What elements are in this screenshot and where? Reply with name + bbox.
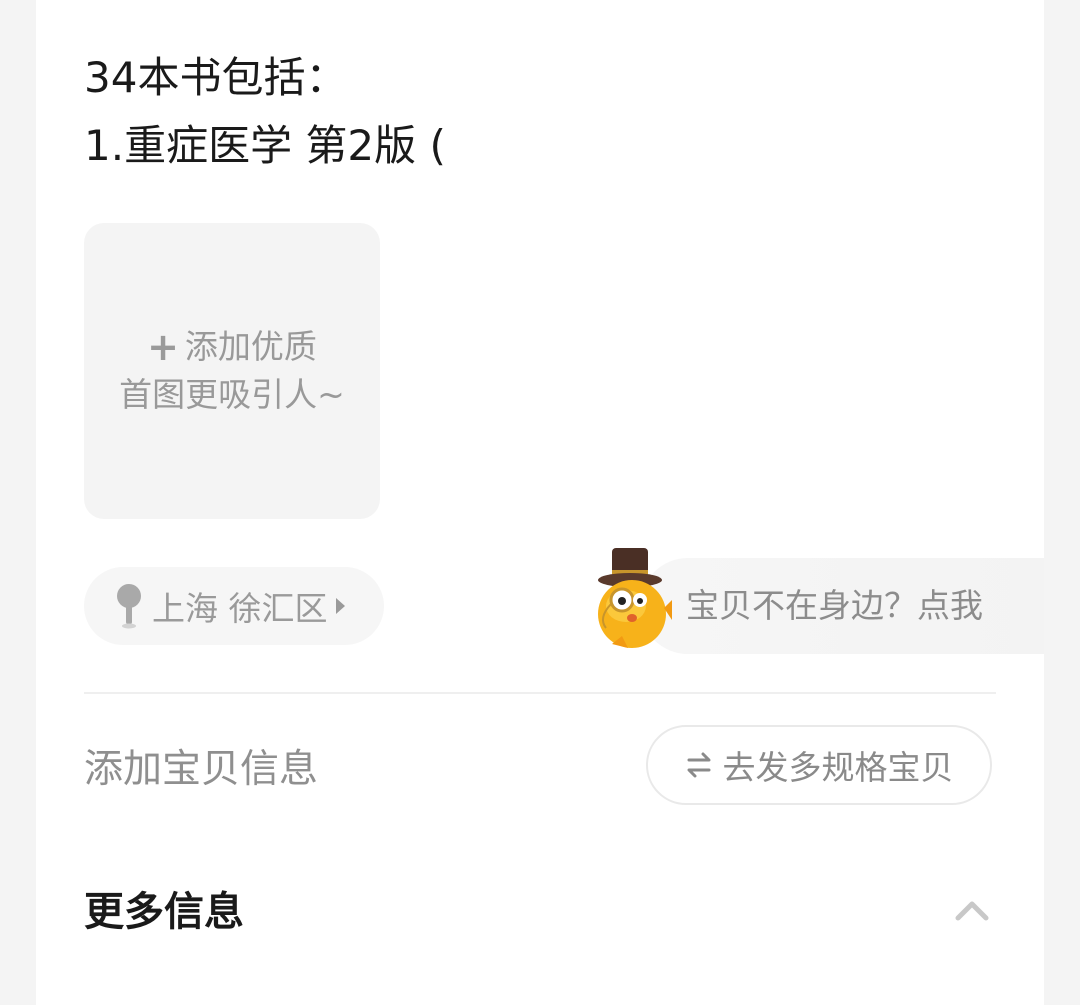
location-pin-icon: [117, 584, 141, 629]
caret-right-icon: [335, 598, 345, 614]
more-info-title: 更多信息: [84, 889, 244, 935]
section-divider: [84, 692, 996, 694]
multi-spec-button[interactable]: 去发多规格宝贝: [646, 725, 992, 805]
location-label: 上海 徐汇区: [152, 589, 328, 628]
chevron-up-icon[interactable]: [954, 894, 990, 924]
helper-text: 宝贝不在身边？点我: [686, 586, 983, 625]
description-line-1: 34本书包括：: [84, 53, 348, 102]
swap-icon: [687, 752, 710, 778]
add-image-label-1: 添加优质: [184, 327, 317, 366]
description-line-2: 1.重症医学 第2版 (: [84, 121, 446, 170]
add-item-info-label[interactable]: 添加宝贝信息: [84, 742, 318, 798]
multi-spec-label: 去发多规格宝贝: [722, 748, 954, 787]
item-not-nearby-helper[interactable]: 宝贝不在身边？点我: [598, 548, 1044, 654]
mascot-icon: [598, 548, 672, 648]
item-description[interactable]: 34本书包括： 1.重症医学 第2版 (: [84, 44, 984, 180]
add-image-row: + 添加优质: [147, 323, 317, 371]
plus-icon: +: [147, 325, 179, 369]
location-selector[interactable]: 上海 徐汇区: [84, 567, 384, 645]
add-cover-image-button[interactable]: + 添加优质 首图更吸引人~: [84, 223, 380, 519]
add-image-label-2: 首图更吸引人~: [119, 375, 345, 414]
